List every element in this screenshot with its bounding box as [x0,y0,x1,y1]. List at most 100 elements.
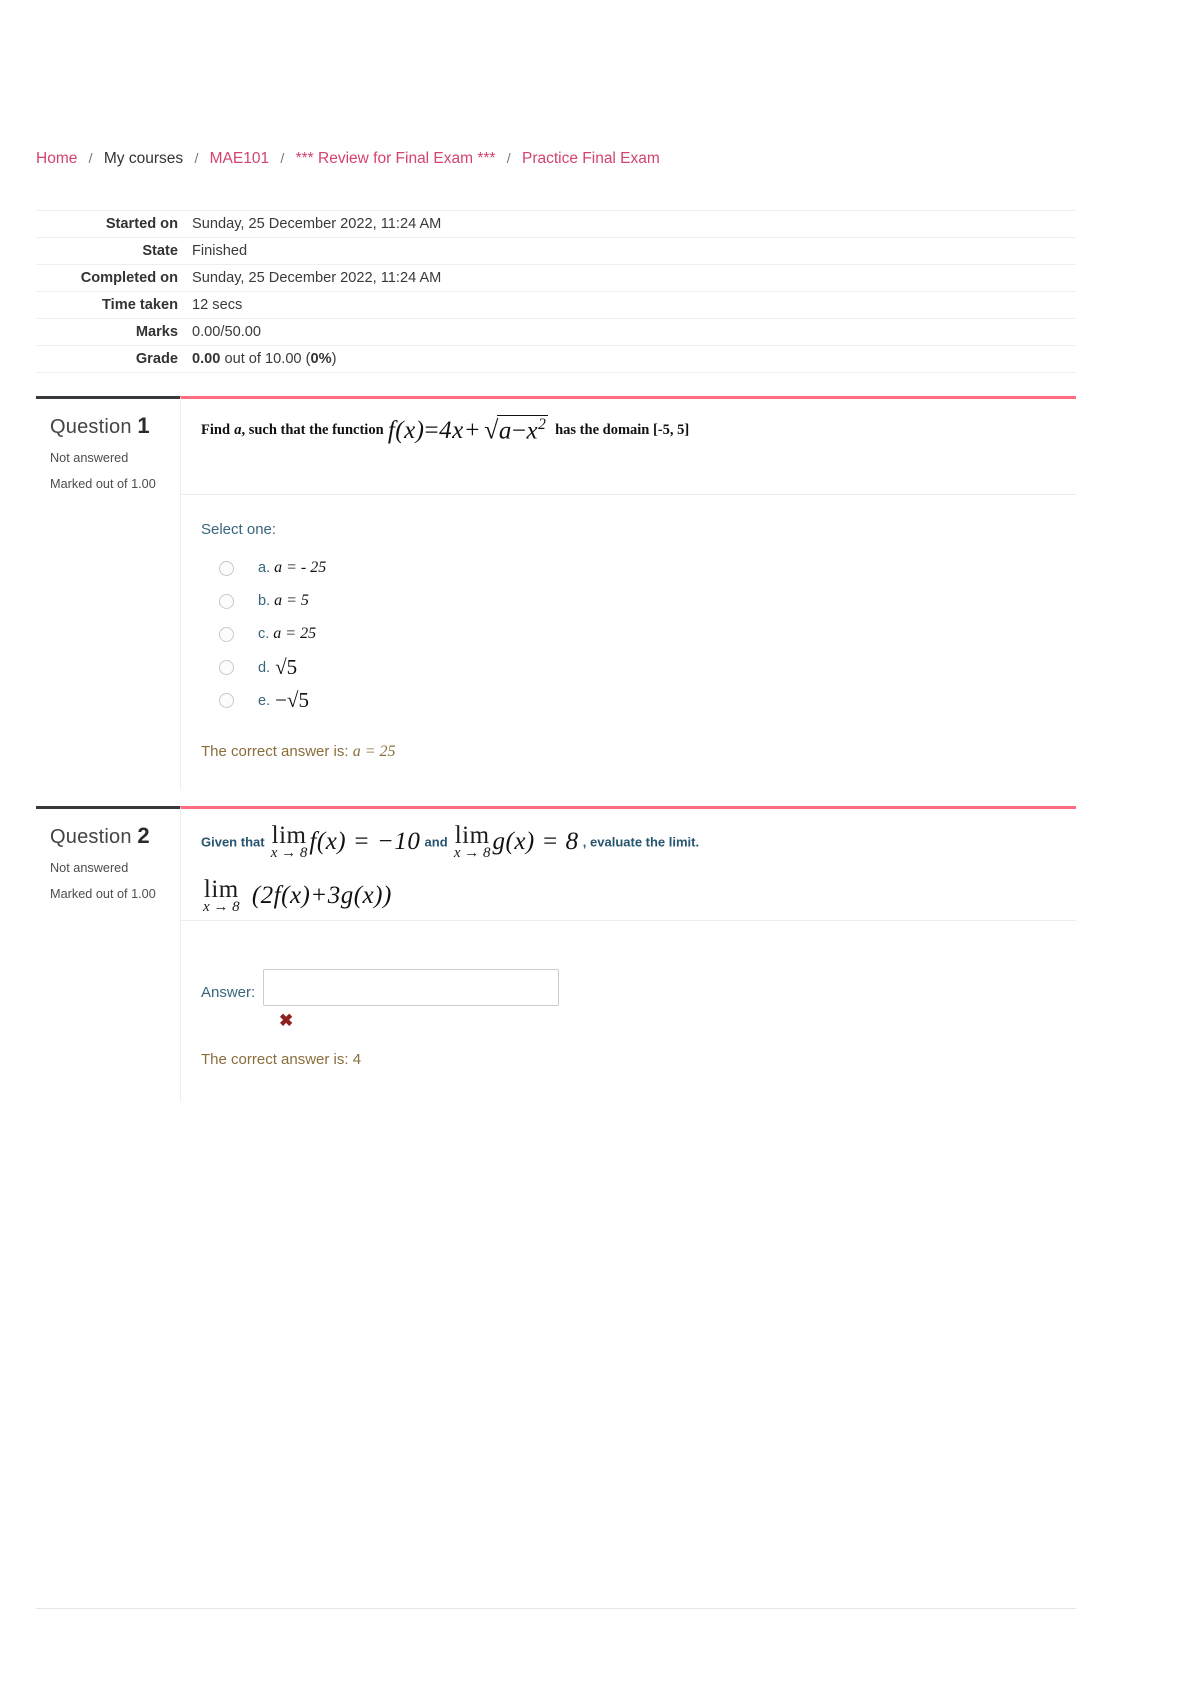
question-index: 1 [137,413,150,438]
radio-option-b[interactable] [219,593,234,609]
q2-limit-3: lim x → 8 [203,877,240,915]
question-1-state: Not answered [50,451,129,465]
summary-value-grade: 0.00 out of 10.00 (0%) [192,346,1076,373]
breadcrumb-item-practice-final-exam[interactable]: Practice Final Exam [522,150,660,167]
summary-label-grade: Grade [135,351,178,367]
question-2-answer-area: Answer: ✖ The correct answer is: 4 [181,921,1076,1098]
table-row: State Finished [36,237,1076,265]
breadcrumb-separator: / [506,150,511,166]
page-bottom-divider [36,1608,1076,1609]
q1-fx: f(x) [387,417,425,445]
quiz-review-page: Home / My courses / MAE101 / *** Review … [0,0,1200,1696]
question-1: Question 1 Not answered Marked out of 1.… [36,396,1076,790]
table-row: Time taken 12 secs [36,291,1076,319]
question-1-body: Find a, such that the function f(x)=4x+ √… [180,396,1076,790]
radio-option-a[interactable] [219,560,234,576]
q1-stem-tail: has the domain [-5, 5] [555,422,690,439]
question-2-body: Given that lim x → 8 f(x) = −10 and lim x →… [180,806,1076,1102]
table-row: Completed on Sunday, 25 December 2022, 1… [36,264,1076,292]
summary-label-marks: Marks [135,324,178,340]
q2-stem-line-2: lim x → 8 (2f(x)+3g(x)) [201,877,1056,915]
breadcrumb-separator: / [194,150,199,166]
option-row-b[interactable]: b. a = 5 [201,585,1056,617]
breadcrumb-item-review-final-exam[interactable]: *** Review for Final Exam *** [296,150,496,167]
summary-value-marks: 0.00/50.00 [192,324,261,340]
question-1-text: Find a , such that the function f(x)=4x+ √… [181,399,1076,495]
correct-answer-prefix: The correct answer is: [201,743,349,760]
q1-term: 4x+ [439,417,482,445]
q1-radicand-a: a [498,417,512,445]
q2-limit-2: lim x → 8 [454,823,491,861]
q2-expression: (2f(x)+3g(x)) [251,882,392,909]
summary-value-started-on: Sunday, 25 December 2022, 11:24 AM [192,216,442,232]
summary-label-completed-on: Completed on [80,270,178,286]
option-value-b: a = 5 [274,592,309,609]
summary-label-started-on: Started on [105,216,178,232]
grade-out-of: out of 10.00 ( [220,351,311,367]
grade-number: 0.00 [192,351,221,367]
question-2-state: Not answered [50,861,129,875]
option-letter-c: c. [258,626,270,642]
question-2-marks: Marked out of 1.00 [50,887,156,901]
table-row: Started on Sunday, 25 December 2022, 11:… [36,210,1076,238]
question-2-info: Question 2 Not answered Marked out of 1.… [36,806,180,1102]
q2-and: and [424,834,448,850]
question-1-correct-answer: The correct answer is: a = 25 [201,743,1056,761]
q2-limit-1: lim x → 8 [271,823,308,861]
breadcrumb-item-my-courses: My courses [103,150,184,167]
option-row-d[interactable]: d. √5 [201,651,1056,683]
question-1-number: Question 1 [50,413,166,439]
option-value-a: a = - 25 [274,559,327,576]
attempt-summary-table: Started on Sunday, 25 December 2022, 11:… [36,210,1076,373]
summary-value-time-taken: 12 secs [192,297,243,313]
grade-percent: 0% [310,351,332,367]
option-row-c[interactable]: c. a = 25 [201,618,1056,650]
correct-answer-prefix: The correct answer is: [201,1051,349,1068]
correct-answer-value: a = 25 [352,743,396,760]
breadcrumb-item-mae101[interactable]: MAE101 [210,150,269,167]
q2-given-that: Given that [201,834,265,850]
option-letter-e: e. [258,692,271,709]
correct-answer-value: 4 [352,1051,362,1068]
option-letter-d: d. [258,659,271,676]
option-value-e: −√5 [275,687,309,712]
answer-input[interactable] [263,969,560,1006]
q1-equals: = [424,417,440,445]
table-row: Marks 0.00/50.00 [36,318,1076,346]
q2-stem-line-1: Given that lim x → 8 f(x) = −10 and lim x →… [201,823,1056,861]
summary-label-time-taken: Time taken [102,297,178,313]
question-label: Question [50,416,132,438]
option-row-a[interactable]: a. a = - 25 [201,552,1056,584]
summary-label-state: State [142,243,178,259]
question-1-marks: Marked out of 1.00 [50,477,156,491]
q2-gx-eq: g(x) = 8 [492,828,579,855]
question-2: Question 2 Not answered Marked out of 1.… [36,806,1076,1102]
option-label-b[interactable]: b. a = 5 [258,592,309,610]
option-row-e[interactable]: e. −√5 [201,684,1056,716]
radio-option-c[interactable] [219,626,234,642]
radio-option-d[interactable] [219,659,234,675]
question-1-info: Question 1 Not answered Marked out of 1.… [36,396,180,790]
breadcrumb-item-home[interactable]: Home [36,150,77,167]
option-value-d: √5 [275,654,298,679]
question-index: 2 [137,823,150,848]
q2-lim-sub-3: x → 8 [203,899,240,915]
question-label: Question [50,826,132,848]
option-letter-a: a. [258,560,271,576]
q1-radicand-x: x [526,417,539,445]
q2-evaluate: , evaluate the limit. [582,834,700,850]
option-letter-b: b. [258,593,271,609]
option-label-a[interactable]: a. a = - 25 [258,559,326,577]
question-2-number: Question 2 [50,823,166,849]
grade-paren-close: ) [331,351,337,367]
option-label-e[interactable]: e. −√5 [258,688,309,713]
question-2-correct-answer: The correct answer is: 4 [201,1051,1056,1068]
option-label-d[interactable]: d. √5 [258,655,297,680]
radio-option-e[interactable] [219,692,234,708]
breadcrumb: Home / My courses / MAE101 / *** Review … [36,146,660,171]
breadcrumb-separator: / [280,150,285,166]
option-label-c[interactable]: c. a = 25 [258,625,316,643]
question-2-text: Given that lim x → 8 f(x) = −10 and lim x →… [181,809,1076,921]
q2-lim-sub-1: x → 8 [270,845,308,861]
q2-fx-eq: f(x) = −10 [309,828,421,855]
